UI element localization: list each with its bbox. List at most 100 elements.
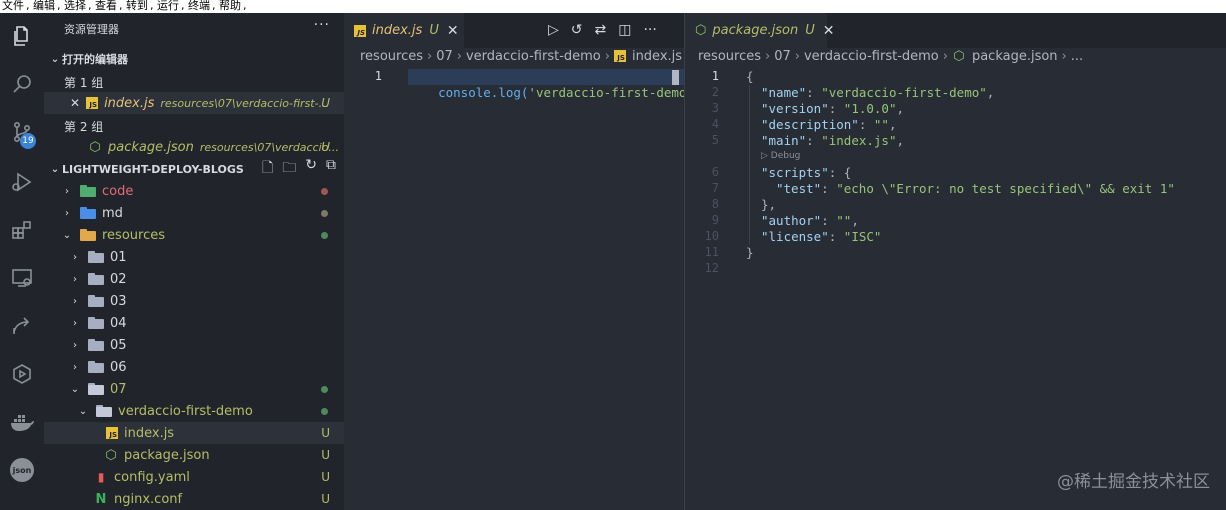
open-editor-index-js[interactable]: ✕ JS index.js resources\07\verdaccio-fir… [44,92,344,114]
breadcrumb-item[interactable]: resources [360,49,423,64]
breadcrumb-item[interactable]: 07 [774,49,791,64]
search-icon[interactable] [0,65,44,103]
code-token: 'verdaccio-first-demo' [528,85,694,100]
tree-item-06[interactable]: › 06 [44,356,344,378]
folder-icon [88,317,104,329]
chevron-right-icon: › [65,207,69,219]
open-editors-header[interactable]: ⌄ 打开的编辑器 [44,48,344,70]
share-icon[interactable] [0,307,44,345]
menu-terminal[interactable]: 终端 [188,0,210,12]
explorer-more-icon[interactable]: ··· [314,17,330,33]
source-control-icon[interactable]: 19 [0,113,44,151]
code-token: { [746,69,754,84]
tree-item-07[interactable]: ⌄ 07 [44,378,344,400]
history-icon[interactable]: ↺ [571,22,583,38]
tree-item-04[interactable]: › 04 [44,312,344,334]
debug-panel-icon[interactable] [0,355,44,393]
status-badge: U [321,448,330,462]
code-line-6[interactable]: "scripts": { [761,165,851,181]
tree-item-config-yaml[interactable]: ▮ config.yaml U [44,466,344,488]
code-line-1[interactable]: { [746,69,754,85]
code-line-3[interactable]: "version": "1.0.0", [761,101,904,117]
tree-item-03[interactable]: › 03 [44,290,344,312]
status-badge: U [429,23,439,38]
code-line-4[interactable]: "description": "", [761,117,897,133]
breadcrumb-item[interactable]: verdaccio-first-demo [466,49,601,64]
workspace-label: LIGHTWEIGHT-DEPLOY-BLOGS [62,162,244,176]
tree-item-label: 03 [110,293,127,309]
tree-item-resources[interactable]: ⌄ resources [44,224,344,246]
close-icon[interactable]: ✕ [823,23,835,39]
tab-index-js[interactable]: JS index.js U ✕ [344,13,464,48]
folder-icon [80,207,96,219]
collapse-all-icon[interactable]: ⧉ [326,157,336,181]
menu-edit[interactable]: 编辑 [33,0,55,12]
scm-badge: 19 [20,133,36,149]
status-badge: U [321,470,330,484]
split-editor-icon[interactable]: ◫ [618,22,631,38]
code-line-5[interactable]: "main": "index.js", [761,133,904,149]
json-value: "index.js" [821,133,897,148]
breadcrumb-item[interactable]: package.json [972,49,1058,64]
tree-item-05[interactable]: › 05 [44,334,344,356]
debug-codelens[interactable]: ▷ Debug [761,151,800,161]
docker-icon[interactable] [0,403,44,441]
tab-package-json[interactable]: ⬡ package.json U ✕ [685,13,834,48]
json-icon[interactable]: json [0,451,44,489]
chevron-right-icon: › [73,361,77,373]
tree-item-package-json[interactable]: ⬡ package.json U [44,444,344,466]
code-line-1[interactable]: console.log('verdaccio-first-demo') [408,69,702,100]
breadcrumb-item[interactable]: 07 [436,49,453,64]
tree-item-label: index.js [124,425,175,441]
tree-item-code[interactable]: › code [44,180,344,202]
new-folder-icon[interactable]: 🗀 [282,157,296,181]
run-debug-icon[interactable] [0,163,44,201]
files-icon[interactable] [0,17,44,55]
breadcrumb-item[interactable]: resources [698,49,761,64]
code-line-10[interactable]: "license": "ISC" [761,229,881,245]
breadcrumb-item[interactable]: verdaccio-first-demo [804,49,939,64]
tree-item-label: config.yaml [114,469,190,485]
workspace-header[interactable]: ⌄ LIGHTWEIGHT-DEPLOY-BLOGS 🗋 🗀 ↻ ⧉ [44,157,344,181]
refresh-icon[interactable]: ↻ [305,157,317,181]
tab-label: package.json [712,23,799,38]
breadcrumb: resources › 07 › verdaccio-first-demo › JS inde… [360,49,682,64]
tree-item-02[interactable]: › 02 [44,268,344,290]
tree-item-index-js[interactable]: JS index.js U [44,422,344,444]
menu-file[interactable]: 文件 [2,0,24,12]
chevron-right-icon: › [604,49,610,64]
code-line-9[interactable]: "author": "", [761,213,859,229]
run-icon[interactable]: ▷ [548,22,559,38]
menu-view[interactable]: 查看 [95,0,117,12]
code-line-11[interactable]: } [746,245,754,261]
code-line-2[interactable]: "name": "verdaccio-first-demo", [761,85,994,101]
compare-icon[interactable]: ⇄ [595,22,607,38]
menu-selection[interactable]: 选择 [64,0,86,12]
line-number: 1 [374,69,382,83]
code-token: }, [761,197,777,212]
code-line-7[interactable]: "test": "echo \"Error: no test specified… [776,181,1175,197]
tree-item-label: 07 [110,381,127,397]
breadcrumb-item[interactable]: ... [1071,49,1083,64]
menu-go[interactable]: 转到 [126,0,148,12]
breadcrumb-item[interactable]: index.js [632,49,682,64]
menu-help[interactable]: 帮助 [219,0,241,12]
json-value: "ISC" [843,229,882,244]
json-value: "" [873,117,889,132]
tree-item-nginx-conf[interactable]: N nginx.conf U [44,488,344,510]
new-file-icon[interactable]: 🗋 [262,157,273,181]
tree-item-label: code [102,183,134,199]
menu-run[interactable]: 运行 [157,0,179,12]
code-line-8[interactable]: }, [761,197,776,213]
line-number: 11 [704,245,719,259]
tree-item-md[interactable]: › md [44,202,344,224]
open-editor-package-json[interactable]: ⬡ package.json resources\07\verdaccio...… [44,136,344,158]
close-icon[interactable]: ✕ [447,23,459,39]
tree-item-verdaccio-first-demo[interactable]: ⌄ verdaccio-first-demo [44,400,344,422]
tree-item-01[interactable]: › 01 [44,246,344,268]
extensions-icon[interactable] [0,211,44,249]
more-actions-icon[interactable]: ··· [643,22,656,38]
remote-explorer-icon[interactable] [0,259,44,297]
close-icon[interactable]: ✕ [70,96,80,110]
chevron-right-icon: › [765,49,771,64]
